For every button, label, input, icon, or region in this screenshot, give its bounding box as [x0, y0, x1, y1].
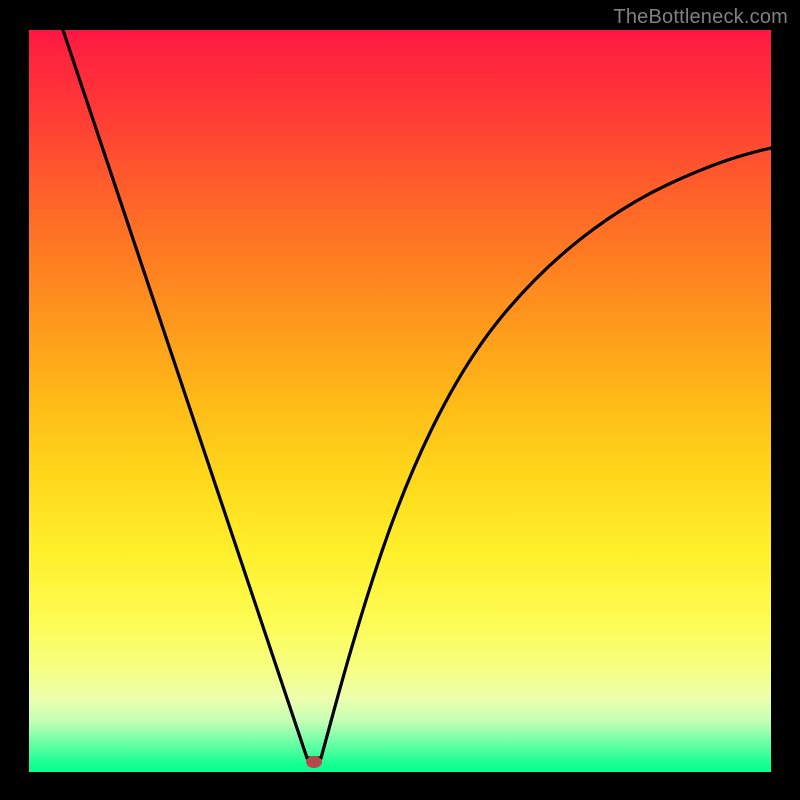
- plot-gradient-background: [29, 30, 771, 772]
- valley-marker-icon: [306, 756, 322, 768]
- watermark-label: TheBottleneck.com: [613, 6, 788, 29]
- plot-area: [29, 30, 771, 772]
- plot-svg: [29, 30, 771, 772]
- curve-left-branch: [63, 30, 307, 758]
- chart-stage: TheBottleneck.com: [0, 0, 800, 800]
- curve-right-branch: [321, 148, 771, 758]
